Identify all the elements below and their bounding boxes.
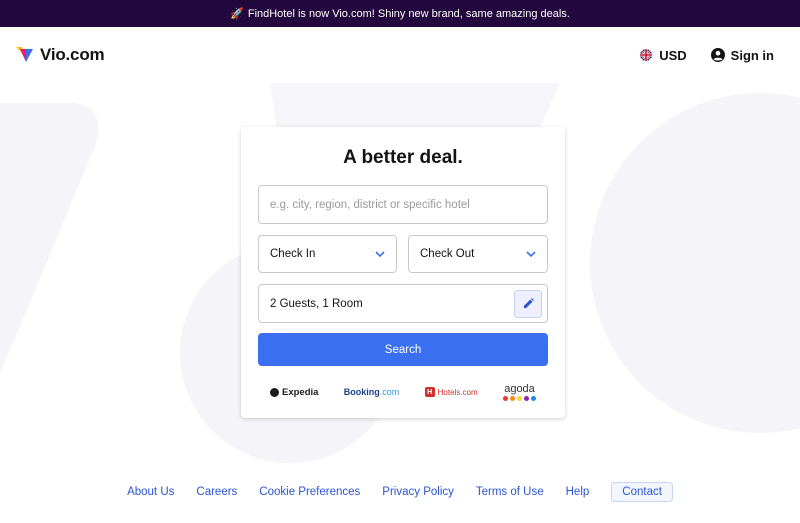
guests-value: 2 Guests, 1 Room	[270, 297, 363, 310]
expedia-logo: Expedia	[270, 387, 318, 398]
logo-text: Vio.com	[40, 45, 105, 64]
currency-label: USD	[659, 47, 687, 63]
user-icon	[710, 48, 725, 62]
contact-button[interactable]: Contact	[611, 482, 673, 502]
check-in-label: Check In	[270, 248, 316, 260]
footer-link-about-us[interactable]: About Us	[127, 486, 174, 498]
guests-selector[interactable]: 2 Guests, 1 Room	[258, 284, 548, 323]
site-logo[interactable]: Vio.com	[16, 45, 105, 65]
uk-flag-icon	[640, 49, 653, 61]
partner-logos: Expedia Booking.com H Hotels.com agoda	[258, 379, 548, 405]
vio-logo-icon	[16, 47, 33, 62]
footer-link-cookie-preferences[interactable]: Cookie Preferences	[259, 486, 360, 498]
promo-banner-text: FindHotel is now Vio.com! Shiny new bran…	[247, 7, 570, 20]
footer-link-terms-of-use[interactable]: Terms of Use	[476, 486, 544, 498]
destination-input[interactable]: e.g. city, region, district or specific …	[258, 185, 548, 224]
search-card-title: A better deal.	[343, 147, 463, 168]
currency-selector[interactable]: USD	[640, 47, 687, 63]
edit-guests-button[interactable]	[514, 289, 542, 318]
search-button[interactable]: Search	[258, 333, 548, 366]
header-actions: USD Sign in	[640, 48, 784, 63]
footer-link-careers[interactable]: Careers	[196, 486, 237, 498]
check-out-label: Check Out	[420, 248, 475, 260]
promo-banner: 🚀 FindHotel is now Vio.com! Shiny new br…	[0, 0, 800, 27]
search-card: A better deal. e.g. city, region, distri…	[241, 127, 565, 418]
booking-logo: Booking.com	[343, 387, 400, 397]
expedia-icon	[270, 387, 279, 397]
rocket-icon: 🚀	[230, 8, 244, 20]
chevron-down-icon	[375, 251, 385, 257]
site-header: Vio.com USD Sign in	[0, 27, 800, 83]
footer-link-privacy-policy[interactable]: Privacy Policy	[382, 486, 454, 498]
agoda-dots-icon	[503, 396, 536, 401]
hotels-icon: H	[424, 387, 435, 397]
hotels-logo: H Hotels.com	[424, 387, 478, 397]
destination-placeholder: e.g. city, region, district or specific …	[270, 198, 470, 211]
agoda-logo: agoda	[503, 383, 536, 401]
chevron-down-icon	[526, 251, 536, 257]
pencil-icon	[523, 298, 534, 309]
footer-link-help[interactable]: Help	[566, 486, 590, 498]
check-out-picker[interactable]: Check Out	[408, 235, 548, 273]
sign-in-label: Sign in	[730, 47, 774, 63]
sign-in-button[interactable]: Sign in	[710, 47, 774, 63]
footer-links: About Us Careers Cookie Preferences Priv…	[0, 481, 800, 503]
check-in-picker[interactable]: Check In	[258, 235, 397, 273]
